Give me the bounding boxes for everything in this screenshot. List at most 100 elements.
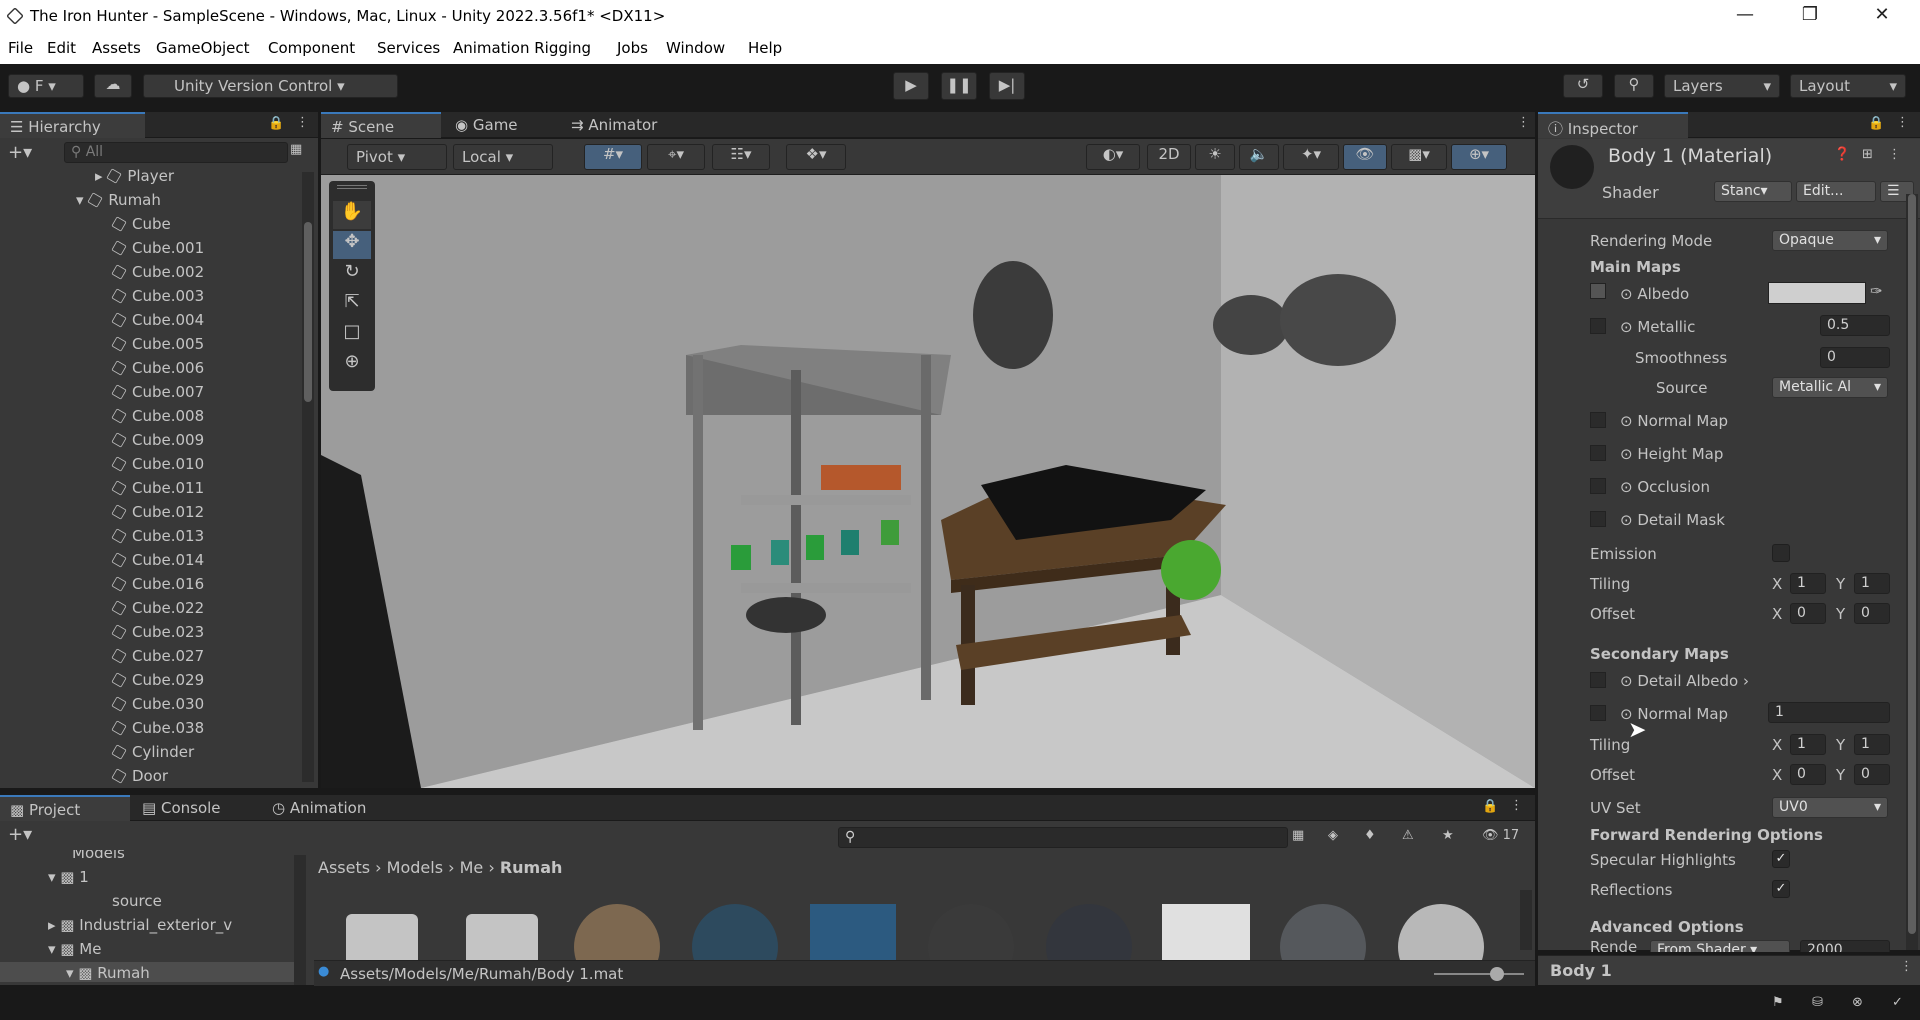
tab-animator[interactable]: ⇉ Animator (561, 112, 681, 138)
tree-scrollbar[interactable] (294, 855, 306, 985)
tag-icon[interactable]: ♦ (1364, 828, 1376, 843)
hierarchy-item[interactable]: Cube.013 (111, 527, 204, 545)
hierarchy-item[interactable]: Cube.014 (111, 551, 204, 569)
albedo-texture-slot[interactable] (1590, 283, 1606, 299)
menu-assets[interactable]: Assets (92, 39, 141, 57)
move-tool-icon[interactable]: ✥ (333, 231, 371, 259)
pivot-dropdown[interactable]: Pivot ▾ (347, 144, 447, 170)
tab-game[interactable]: ◉ Game (445, 112, 555, 138)
debug-icon[interactable]: ⚑ (1772, 995, 1784, 1010)
scene-search-icon[interactable]: ▦ (290, 142, 302, 157)
hierarchy-item[interactable]: Cube.003 (111, 287, 204, 305)
hierarchy-item[interactable]: Cube (111, 215, 171, 233)
more-icon[interactable]: ⋮ (1517, 115, 1530, 130)
tiling-y-field[interactable]: 1 (1854, 573, 1890, 594)
uv-set-dropdown[interactable]: UV0 ▾ (1772, 797, 1888, 818)
hierarchy-item[interactable]: Cube.012 (111, 503, 204, 521)
texture-thumbnail[interactable] (1162, 904, 1250, 960)
hierarchy-item[interactable]: Cube.005 (111, 335, 204, 353)
ruler-icon[interactable]: ☷▾ (712, 144, 770, 170)
metallic-field[interactable]: 0.5 (1820, 315, 1890, 336)
offset-y-field[interactable]: 0 (1854, 603, 1890, 624)
tiling2-y-field[interactable]: 1 (1854, 734, 1890, 755)
tab-project[interactable]: ▩ Project (0, 795, 130, 821)
offset2-y-field[interactable]: 0 (1854, 764, 1890, 785)
effects-icon[interactable]: ✦▾ (1283, 144, 1339, 170)
pause-icon[interactable]: ❚❚ (941, 72, 977, 100)
tab-animation[interactable]: ◷ Animation (262, 795, 402, 821)
hand-tool-icon[interactable]: ✋ (333, 201, 371, 229)
warning-icon[interactable]: ⚠ (1402, 828, 1414, 843)
shader-dropdown[interactable]: Stanc▾ (1714, 181, 1792, 202)
tiling2-x-field[interactable]: 1 (1790, 734, 1826, 755)
account-button[interactable]: ● F ▾ (8, 74, 84, 98)
hierarchy-item[interactable]: Cube.007 (111, 383, 204, 401)
albedo-color-swatch[interactable] (1768, 282, 1866, 304)
hierarchy-item[interactable]: Cube.001 (111, 239, 204, 257)
inspector-scrollbar[interactable] (1906, 194, 1918, 950)
more-icon[interactable]: ⋮ (1510, 798, 1523, 813)
offset2-x-field[interactable]: 0 (1790, 764, 1826, 785)
folder-thumbnail[interactable] (346, 914, 418, 960)
hierarchy-item[interactable]: Door (111, 767, 168, 785)
menu-jobs[interactable]: Jobs (617, 39, 648, 57)
cache-icon[interactable]: ⛁ (1812, 995, 1823, 1010)
tab-console[interactable]: ▤ Console (132, 795, 262, 821)
create-icon[interactable]: +▾ (8, 824, 32, 845)
hierarchy-scrollbar[interactable] (302, 172, 314, 782)
asset-scrollbar[interactable] (1520, 890, 1532, 950)
restore-icon[interactable]: ❐ (1790, 4, 1830, 30)
menu-edit[interactable]: Edit (47, 39, 76, 57)
help-icon[interactable]: ❓ (1834, 147, 1850, 162)
breadcrumb-me[interactable]: Me (460, 858, 484, 877)
tree-item[interactable]: source (112, 892, 162, 910)
height-map-slot[interactable] (1590, 445, 1606, 461)
more-icon[interactable]: ⋮ (1900, 959, 1913, 974)
hierarchy-item[interactable]: Cylinder (111, 743, 194, 761)
menu-services[interactable]: Services (377, 39, 440, 57)
rect-tool-icon[interactable]: □ (333, 321, 371, 349)
gizmos-icon[interactable]: ⊕▾ (1451, 144, 1507, 170)
menu-window[interactable]: Window (666, 39, 725, 57)
hierarchy-search-input[interactable]: ⚲ All (64, 142, 288, 163)
material-thumbnail[interactable] (1398, 904, 1484, 960)
texture-thumbnail[interactable] (810, 904, 896, 960)
thumbnail-size-slider[interactable] (1434, 967, 1524, 981)
favorite-icon[interactable]: ★ (1442, 828, 1454, 843)
settings-icon[interactable]: ⊞ (1862, 147, 1873, 162)
search-by-label-icon[interactable]: ◈ (1328, 828, 1338, 843)
hierarchy-item[interactable]: Cube.027 (111, 647, 204, 665)
edit-shader-button[interactable]: Edit... (1796, 181, 1876, 202)
audio-icon[interactable]: 🔈 (1239, 144, 1279, 170)
source-dropdown[interactable]: Metallic Al ▾ (1772, 377, 1888, 398)
tab-inspector[interactable]: ⓘ Inspector (1538, 112, 1688, 138)
menu-component[interactable]: Component (268, 39, 355, 57)
more-icon[interactable]: ⋮ (1888, 147, 1901, 162)
hierarchy-item[interactable]: Cube.008 (111, 407, 204, 425)
gizmo-tools-icon[interactable]: ❖▾ (786, 144, 846, 170)
smoothness-field[interactable]: 0 (1820, 347, 1890, 368)
play-icon[interactable]: ▶ (893, 72, 929, 100)
cloud-icon[interactable]: ☁ (94, 74, 132, 98)
local-dropdown[interactable]: Local ▾ (453, 144, 553, 170)
folder-thumbnail[interactable] (466, 914, 538, 960)
minimize-icon[interactable]: — (1725, 4, 1765, 30)
hierarchy-item[interactable]: Cube.011 (111, 479, 204, 497)
hierarchy-item[interactable]: Cube.022 (111, 599, 204, 617)
normal-map2-field[interactable]: 1 (1768, 702, 1890, 723)
history-icon[interactable]: ↺ (1563, 74, 1603, 98)
grid-snap-icon[interactable]: #▾ (584, 144, 642, 170)
camera-icon[interactable]: ▩▾ (1391, 144, 1447, 170)
2d-toggle[interactable]: 2D (1147, 144, 1191, 170)
material-thumbnail[interactable] (1280, 904, 1366, 960)
layers-dropdown[interactable]: Layers ▾ (1664, 74, 1780, 98)
hierarchy-item[interactable]: ▸ Player (95, 167, 174, 185)
rendering-mode-dropdown[interactable]: Opaque ▾ (1772, 230, 1888, 251)
lock-icon[interactable]: 🔒 (268, 116, 284, 131)
normal-map2-slot[interactable] (1590, 705, 1606, 721)
visibility-icon[interactable]: 👁 (1343, 144, 1387, 170)
hierarchy-item[interactable]: Cube.006 (111, 359, 204, 377)
lighting-icon[interactable]: ☀ (1195, 144, 1235, 170)
eyedropper-icon[interactable]: ✑ (1870, 282, 1883, 300)
menu-file[interactable]: File (8, 39, 33, 57)
